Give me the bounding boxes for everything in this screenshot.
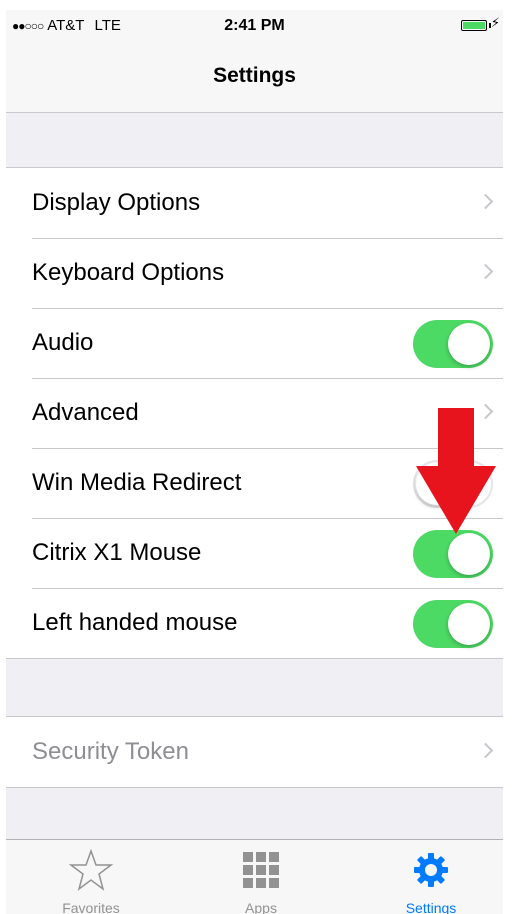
battery-icon	[461, 20, 487, 31]
settings-row-security-token[interactable]: Security Token	[6, 717, 503, 787]
tab-label: Settings	[405, 900, 457, 914]
phone-screen: ●●○○○ AT&T LTE 2:41 PM ⚡ Settings Displa…	[6, 10, 503, 914]
row-label: Citrix X1 Mouse	[32, 539, 202, 566]
chevron-right-icon	[477, 193, 494, 210]
tab-apps[interactable]: Apps	[191, 840, 331, 914]
toggle-knob	[448, 603, 490, 645]
row-label: Audio	[32, 329, 94, 356]
tab-label: Favorites	[62, 900, 120, 914]
battery-level	[463, 22, 485, 29]
audio-toggle[interactable]	[413, 320, 493, 368]
row-label: Display Options	[32, 189, 201, 216]
status-bar: ●●○○○ AT&T LTE 2:41 PM ⚡	[6, 10, 503, 42]
settings-row-left-handed-mouse: Left handed mouse	[6, 588, 503, 658]
settings-row-audio: Audio	[6, 308, 503, 378]
toggle-knob	[448, 323, 490, 365]
settings-row-keyboard-options[interactable]: Keyboard Options	[6, 238, 503, 308]
tab-favorites[interactable]: Favorites	[21, 840, 161, 914]
chevron-right-icon	[477, 263, 494, 280]
row-label: Keyboard Options	[32, 259, 225, 286]
tab-settings[interactable]: Settings	[361, 840, 501, 914]
tab-label: Apps	[245, 900, 277, 914]
navigation-bar: Settings	[6, 42, 503, 113]
row-label: Security Token	[32, 738, 189, 765]
star-icon	[21, 848, 161, 892]
chevron-right-icon	[477, 742, 494, 759]
gear-icon	[361, 848, 501, 892]
page-title: Settings	[213, 64, 296, 87]
row-label: Advanced	[32, 399, 139, 426]
tab-bar: Favorites Apps Settings	[6, 839, 503, 914]
left-handed-mouse-toggle[interactable]	[413, 600, 493, 648]
red-arrow-annotation-icon	[416, 408, 496, 534]
citrix-x1-mouse-toggle[interactable]	[413, 530, 493, 578]
security-group: Security Token	[6, 716, 503, 788]
grid-icon	[191, 848, 331, 892]
toggle-knob	[448, 533, 490, 575]
row-label: Left handed mouse	[32, 609, 238, 636]
settings-row-display-options[interactable]: Display Options	[6, 168, 503, 238]
status-time: 2:41 PM	[224, 17, 285, 34]
row-label: Win Media Redirect	[32, 469, 242, 496]
charging-bolt-icon: ⚡	[490, 15, 500, 30]
